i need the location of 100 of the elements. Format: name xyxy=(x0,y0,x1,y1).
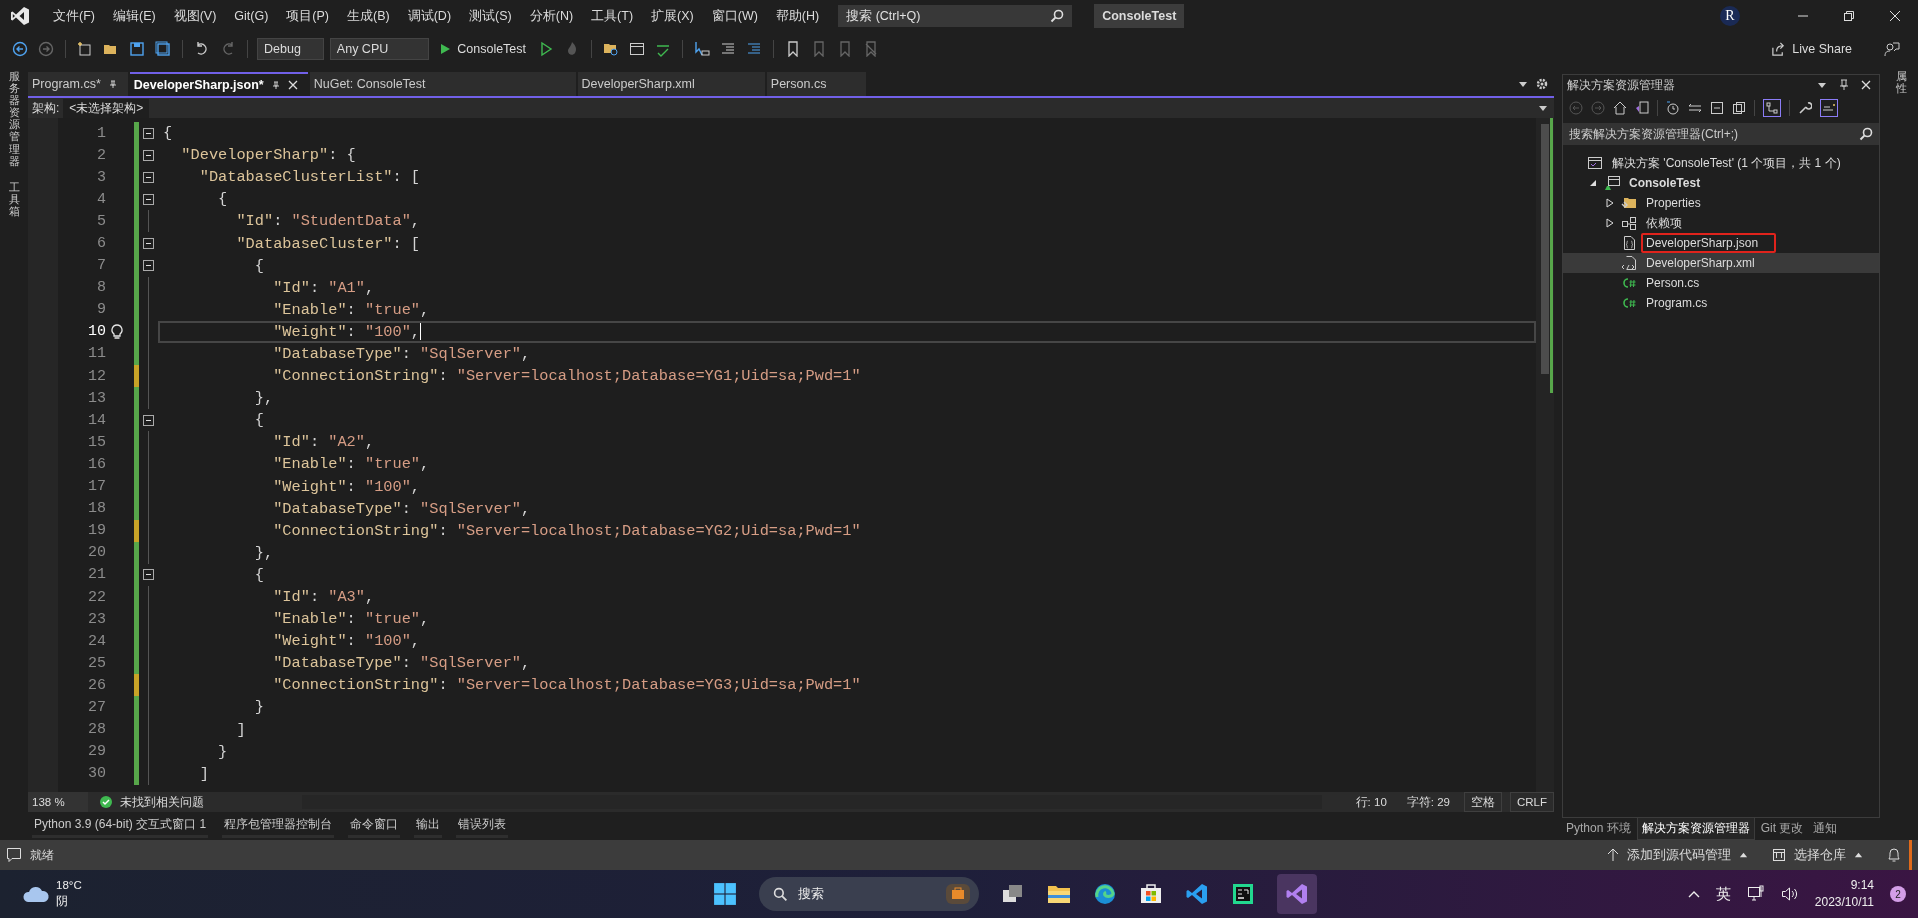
comment-icon[interactable] xyxy=(6,847,22,863)
tree-item[interactable]: Program.cs xyxy=(1563,293,1879,313)
document-tab[interactable]: Program.cs* xyxy=(28,72,128,96)
issues-status[interactable]: 未找到相关问题 xyxy=(120,794,204,810)
menu-item[interactable]: 编辑(E) xyxy=(103,7,165,25)
menu-item[interactable]: Git(G) xyxy=(225,9,278,23)
menu-item[interactable]: 生成(B) xyxy=(338,7,399,25)
chevron-up-icon[interactable] xyxy=(1687,890,1700,898)
menu-item[interactable]: 文件(F) xyxy=(44,7,104,25)
new-project-icon[interactable] xyxy=(77,41,93,57)
collapsed-arrow-icon[interactable] xyxy=(1606,198,1614,208)
weather-condition[interactable]: 阴 xyxy=(56,894,82,910)
side-tab[interactable]: 属性 xyxy=(1895,70,1907,95)
tree-item[interactable]: Properties xyxy=(1563,193,1879,213)
tree-item[interactable]: 解决方案 'ConsoleTest' (1 个项目，共 1 个) xyxy=(1563,153,1879,173)
line-indicator[interactable]: 行: 10 xyxy=(1349,794,1393,810)
database-app-icon[interactable] xyxy=(1230,882,1255,906)
folder-search-icon[interactable] xyxy=(603,41,620,57)
pin-icon[interactable] xyxy=(107,79,118,89)
menu-item[interactable]: 扩展(X) xyxy=(642,7,703,25)
collapse-icon[interactable] xyxy=(143,238,154,249)
menu-item[interactable]: 视图(V) xyxy=(164,7,226,25)
collapse-icon[interactable] xyxy=(143,127,154,139)
tree-item[interactable]: DeveloperSharp.xml xyxy=(1563,253,1879,273)
menu-item[interactable]: 窗口(W) xyxy=(702,7,767,25)
panel-tab[interactable]: 解决方案资源管理器 xyxy=(1636,818,1755,840)
side-tab[interactable]: 工具箱 xyxy=(8,180,20,218)
clock-time[interactable]: 9:14 xyxy=(1850,877,1874,894)
collapsed-arrow-icon[interactable] xyxy=(1606,218,1614,228)
back-icon[interactable] xyxy=(12,41,28,57)
history-icon[interactable] xyxy=(1666,101,1680,115)
run-button[interactable]: ConsoleTest xyxy=(435,42,531,56)
source-control-button[interactable]: 添加到源代码管理 xyxy=(1607,846,1748,864)
network-icon[interactable] xyxy=(1746,885,1765,903)
feedback-icon[interactable] xyxy=(1884,41,1900,57)
zoom-dropdown[interactable]: 138 % xyxy=(28,792,88,812)
pin-icon[interactable] xyxy=(1839,79,1849,91)
collapse-icon[interactable] xyxy=(143,260,154,272)
pin-icon[interactable] xyxy=(270,80,281,90)
taskbar-app-button[interactable] xyxy=(1276,874,1317,914)
search-field[interactable]: 搜索 (Ctrl+Q) xyxy=(838,5,1073,27)
dropdown-icon[interactable] xyxy=(1518,79,1528,89)
menu-item[interactable]: 项目(P) xyxy=(277,7,338,25)
start-icon[interactable] xyxy=(712,882,737,906)
close-icon[interactable] xyxy=(1861,80,1871,90)
search-field[interactable]: 搜索解决方案资源管理器(Ctrl+;) xyxy=(1563,123,1879,145)
menu-item[interactable]: 调试(D) xyxy=(398,7,461,25)
collapse-icon[interactable] xyxy=(143,149,154,161)
tree-item[interactable]: 依赖项 xyxy=(1563,213,1879,233)
dropdown-icon[interactable] xyxy=(1817,80,1827,90)
browser-icon[interactable] xyxy=(1092,882,1117,906)
document-tab[interactable]: NuGet: ConsoleTest xyxy=(309,72,576,96)
notification-badge[interactable]: 2 xyxy=(1890,886,1906,902)
weather-icon[interactable] xyxy=(22,884,50,904)
indent-indicator[interactable]: 空格 xyxy=(1463,792,1502,812)
collapse-all-icon[interactable] xyxy=(1710,101,1724,115)
repository-button[interactable]: 选择仓库 xyxy=(1772,846,1863,864)
save-all-icon[interactable] xyxy=(155,41,171,57)
dropdown-icon[interactable] xyxy=(1538,103,1548,113)
expanded-arrow-icon[interactable] xyxy=(1589,179,1597,187)
code-editor-icon[interactable] xyxy=(1184,882,1209,906)
redo-icon[interactable] xyxy=(220,41,236,57)
line-ending-indicator[interactable]: CRLF xyxy=(1509,792,1554,812)
clock-date[interactable]: 2023/10/11 xyxy=(1814,894,1874,911)
copy-icon[interactable] xyxy=(1732,101,1746,115)
home-icon[interactable] xyxy=(1613,101,1627,115)
column-indicator[interactable]: 字符: 29 xyxy=(1400,794,1456,810)
settings-icon[interactable] xyxy=(1536,78,1548,90)
uncomment-lines-icon[interactable] xyxy=(746,41,763,57)
cursor-icon[interactable] xyxy=(694,41,711,57)
schema-dropdown[interactable]: <未选择架构> xyxy=(63,98,150,118)
scrollbar[interactable] xyxy=(1536,118,1554,792)
live-share-button[interactable]: Live Share xyxy=(1771,41,1852,57)
input-method[interactable]: 英 xyxy=(1715,884,1731,904)
close-icon[interactable] xyxy=(287,80,298,90)
platform-dropdown[interactable]: Any CPU xyxy=(329,38,430,60)
configuration-dropdown[interactable]: Debug xyxy=(257,38,324,60)
menu-item[interactable]: 测试(S) xyxy=(460,7,521,25)
collapse-icon[interactable] xyxy=(143,569,154,581)
menu-item[interactable]: 工具(T) xyxy=(582,7,643,25)
panel-tab[interactable]: 通知 xyxy=(1809,818,1842,839)
preview-icon[interactable] xyxy=(1820,99,1838,117)
sync-icon[interactable] xyxy=(1688,101,1702,115)
store-icon[interactable] xyxy=(1138,882,1163,906)
tree-item[interactable]: DeveloperSharp.json xyxy=(1563,233,1879,253)
collapse-icon[interactable] xyxy=(143,414,154,426)
document-tab[interactable]: DeveloperSharp.xml xyxy=(577,72,765,96)
lightbulb-icon[interactable] xyxy=(110,323,124,340)
avatar[interactable]: R xyxy=(1720,6,1740,26)
side-tab[interactable]: 服务器资源管理器 xyxy=(8,70,20,167)
panel-tab[interactable]: Git 更改 xyxy=(1756,818,1808,839)
volume-icon[interactable] xyxy=(1780,886,1799,902)
search-field[interactable]: 搜索 xyxy=(758,877,979,911)
wrench-icon[interactable] xyxy=(1798,101,1812,115)
hierarchy-icon[interactable] xyxy=(1763,99,1781,117)
panel-tab[interactable]: Python 环境 xyxy=(1562,818,1635,839)
window-icon[interactable] xyxy=(629,41,646,57)
menu-item[interactable]: 分析(N) xyxy=(520,7,583,25)
tree-item[interactable]: Person.cs xyxy=(1563,273,1879,293)
comment-lines-icon[interactable] xyxy=(720,41,737,57)
